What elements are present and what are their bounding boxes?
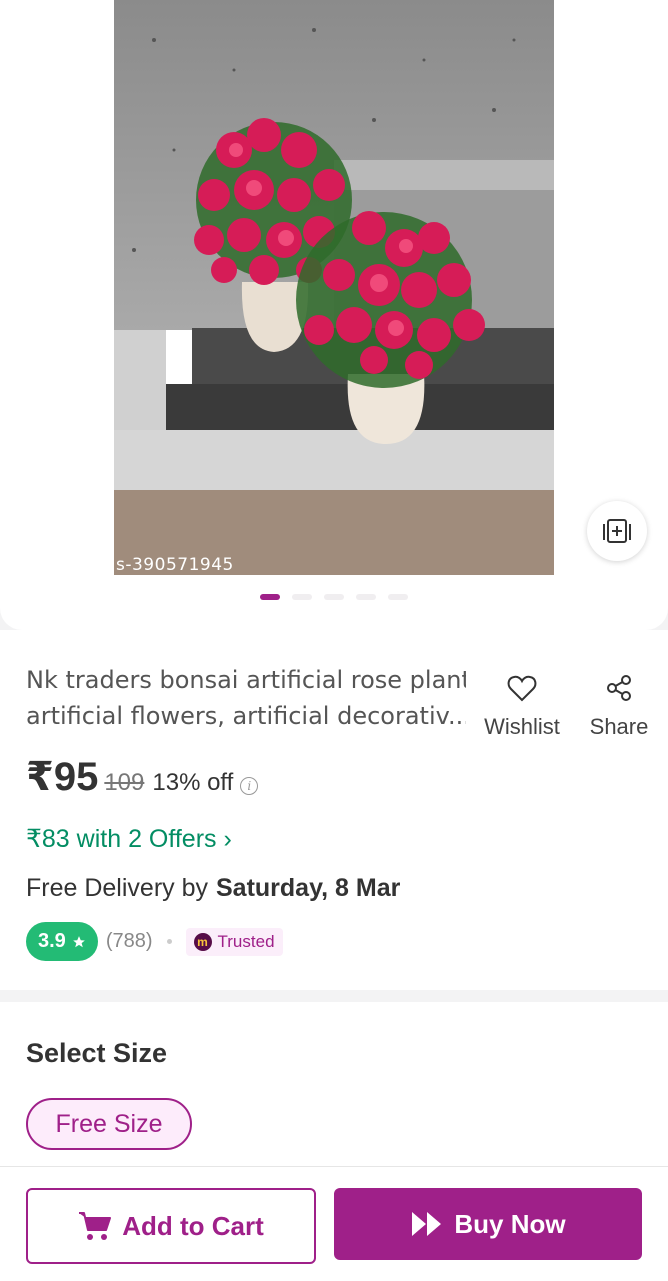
pagination-dot[interactable]: [356, 594, 376, 600]
product-title-line1: Nk traders bonsai artificial rose plant: [26, 666, 466, 694]
image-id-text: s-390571945: [116, 555, 234, 575]
add-collection-icon: [603, 519, 631, 543]
trusted-badge[interactable]: m Trusted: [185, 927, 283, 956]
share-button[interactable]: Share: [586, 674, 652, 740]
delivery-prefix: Free Delivery by: [26, 874, 208, 902]
meesho-logo-icon: m: [193, 932, 212, 951]
rating-value: 3.9: [38, 930, 66, 952]
product-image[interactable]: s-390571945: [114, 0, 554, 575]
add-to-cart-button[interactable]: Add to Cart: [26, 1188, 316, 1264]
cart-icon: [79, 1212, 112, 1240]
wishlist-button[interactable]: Wishlist: [478, 674, 566, 740]
delivery-info: Free Delivery by Saturday, 8 Mar: [26, 874, 400, 903]
share-label: Share: [589, 714, 649, 739]
original-price: 109: [104, 769, 145, 796]
image-pagination-dots: [0, 594, 668, 600]
info-icon[interactable]: i: [240, 777, 259, 795]
heart-icon: [507, 675, 537, 702]
bottom-action-bar: Add to Cart Buy Now: [0, 1166, 668, 1281]
rating-row: 3.9 (788) m Trusted: [26, 922, 283, 961]
offers-link[interactable]: ₹83 with 2 Offers ›: [26, 824, 232, 854]
discount-text: 13% off: [152, 769, 234, 796]
pagination-dot-active[interactable]: [260, 594, 280, 600]
price-row: ₹95 109 13% off i: [26, 754, 259, 800]
wishlist-label: Wishlist: [484, 714, 560, 739]
size-selector-card: Select Size Free Size: [0, 1002, 668, 1166]
pagination-dot[interactable]: [388, 594, 408, 600]
rating-count: (788): [105, 930, 153, 952]
size-option-free-size[interactable]: Free Size: [26, 1098, 192, 1150]
select-size-heading: Select Size: [26, 1038, 168, 1068]
buy-now-label: Buy Now: [454, 1208, 566, 1239]
pagination-dot[interactable]: [324, 594, 344, 600]
pagination-dot[interactable]: [292, 594, 312, 600]
star-icon: [72, 935, 85, 947]
buy-now-button[interactable]: Buy Now: [334, 1188, 642, 1260]
share-icon: [607, 675, 631, 701]
selling-price: ₹95: [26, 755, 99, 799]
product-title-line2: artificial flowers, artificial decorativ…: [26, 702, 466, 730]
trusted-label: Trusted: [217, 931, 275, 951]
add-to-cart-label: Add to Cart: [122, 1210, 264, 1241]
product-photo: [114, 0, 554, 575]
product-info-card: Nk traders bonsai artificial rose plant …: [0, 630, 668, 990]
product-title[interactable]: Nk traders bonsai artificial rose plant …: [26, 662, 466, 734]
product-image-card: s-390571945: [0, 0, 668, 630]
add-to-collection-button[interactable]: [587, 501, 647, 561]
rating-badge[interactable]: 3.9: [26, 922, 98, 961]
delivery-date: Saturday, 8 Mar: [216, 874, 401, 902]
fast-forward-icon: [412, 1212, 442, 1236]
separator-dot: [166, 939, 172, 944]
